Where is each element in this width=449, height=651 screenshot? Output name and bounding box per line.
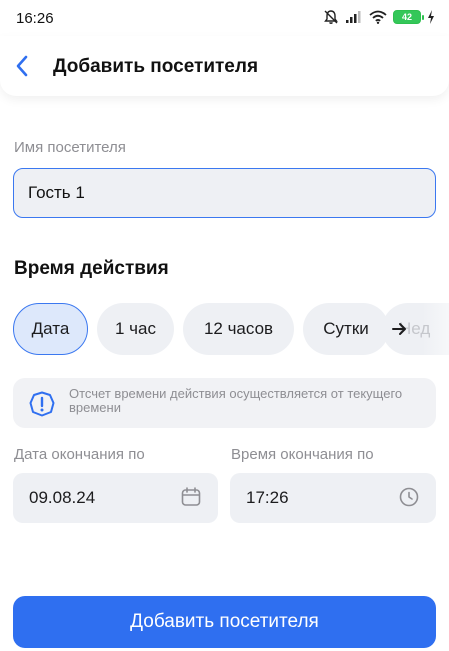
end-time-value: 17:26 — [246, 488, 289, 507]
visitor-name-label: Имя посетителя — [14, 139, 126, 156]
back-button[interactable] — [8, 52, 36, 80]
end-date-picker[interactable]: 09.08.24 — [13, 473, 218, 523]
chip-12-hours[interactable]: 12 часов — [183, 303, 294, 355]
signal-icon — [346, 11, 361, 23]
chip-day[interactable]: Сутки — [303, 303, 389, 355]
arrow-right-icon — [392, 323, 406, 335]
status-time: 16:26 — [16, 10, 54, 27]
info-notice: Отсчет времени действия осуществляется о… — [13, 378, 436, 428]
visitor-name-input[interactable] — [13, 168, 436, 218]
end-time-picker[interactable]: 17:26 — [230, 473, 436, 523]
bell-off-icon — [324, 10, 338, 24]
battery-icon: 42 — [393, 10, 424, 24]
wifi-icon — [369, 10, 387, 24]
calendar-icon — [181, 487, 201, 506]
end-date-value: 09.08.24 — [29, 488, 96, 507]
back-chevron-icon — [16, 55, 28, 77]
validity-chips: Дата 1 час 12 часов Сутки Нед — [0, 303, 449, 355]
chip-date[interactable]: Дата — [13, 303, 88, 355]
page-title: Добавить посетителя — [53, 56, 259, 77]
status-bar: 16:26 42 — [0, 0, 449, 36]
clock-icon — [399, 487, 419, 507]
info-text: Отсчет времени действия осуществляется о… — [69, 386, 403, 415]
end-date-label: Дата окончания по — [14, 446, 145, 463]
charging-icon — [428, 10, 434, 24]
app-header: Добавить посетителя — [0, 36, 449, 96]
end-time-label: Время окончания по — [231, 446, 374, 463]
validity-section-title: Время действия — [14, 258, 169, 279]
add-visitor-button[interactable]: Добавить посетителя — [13, 596, 436, 648]
chip-week-partial[interactable]: Нед — [382, 303, 449, 355]
status-icons: 42 — [323, 9, 435, 25]
chip-1-hour[interactable]: 1 час — [97, 303, 174, 355]
info-icon — [29, 391, 55, 417]
